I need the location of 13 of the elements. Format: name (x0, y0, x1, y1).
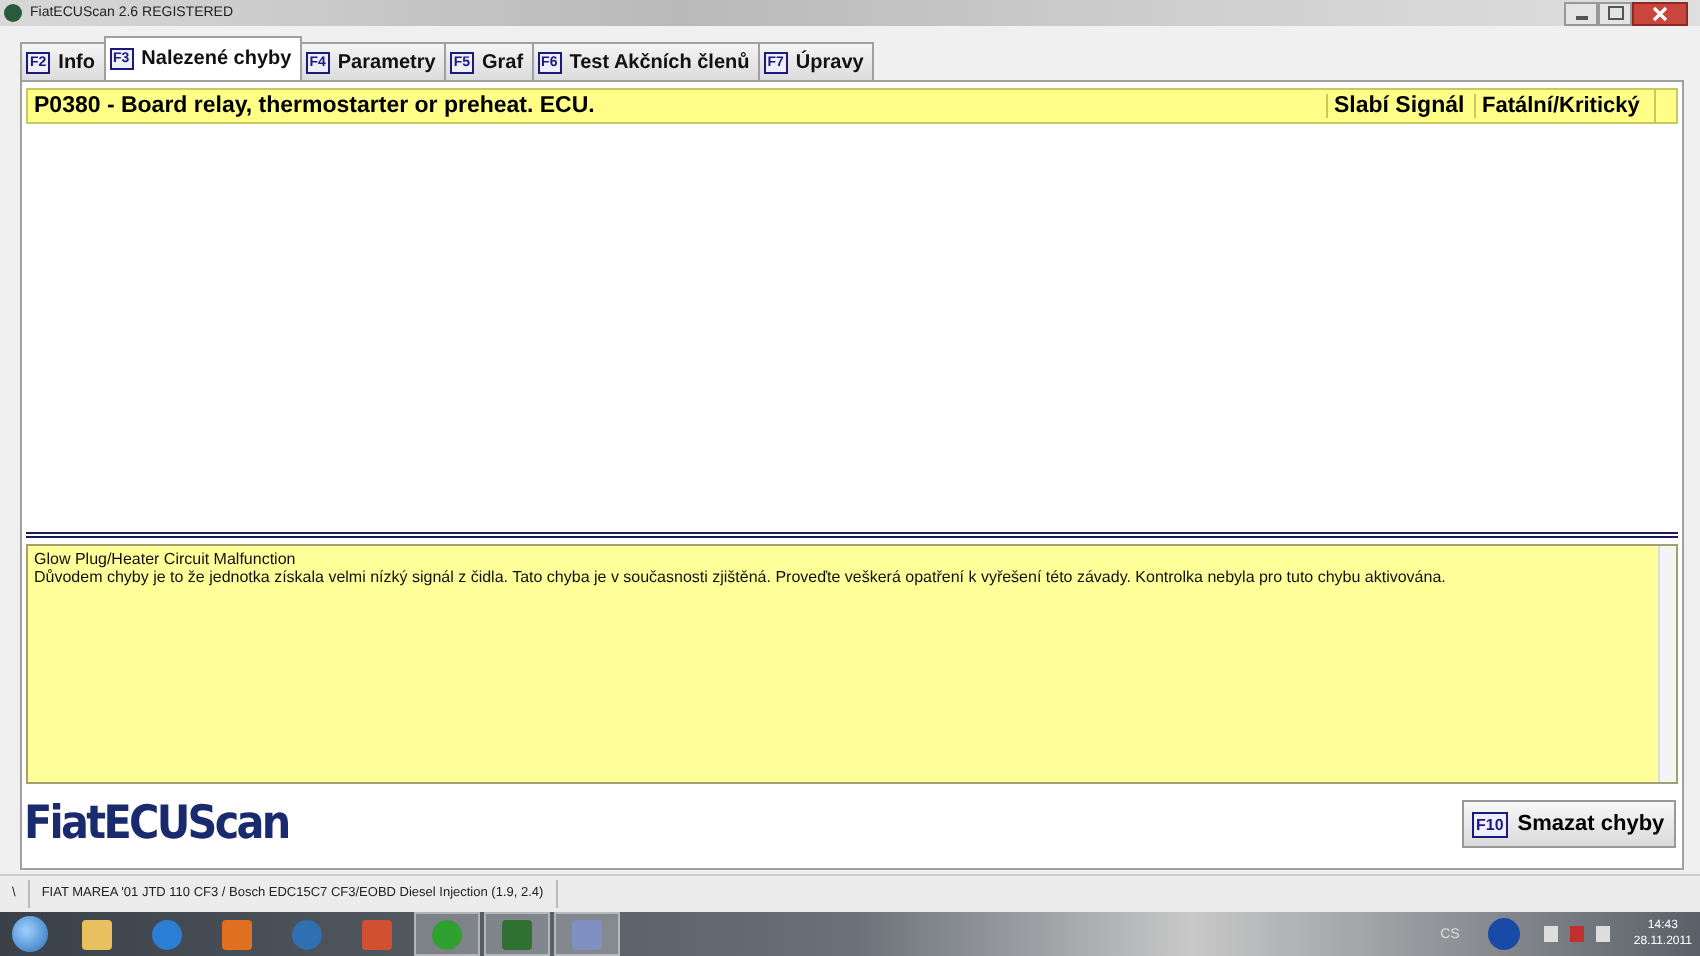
minimize-button[interactable] (1564, 1, 1598, 25)
taskbar-button[interactable] (484, 912, 550, 956)
logo: FiatECUScan (24, 798, 289, 850)
app-icon (4, 4, 22, 22)
close-button[interactable] (1632, 1, 1688, 25)
scrollbar[interactable] (1658, 546, 1676, 782)
description-title: Glow Plug/Heater Circuit Malfunction (34, 550, 298, 568)
help-icon[interactable] (1487, 918, 1520, 950)
description-text: Důvodem chyby je to že jednotka získala velmi nízký signál z čidla. Tato chyba je v současnosti zjištěná. Proveďte veškerá opatření k vyřešení této závady. Kontrolka nebyla pro tuto chybu aktivována. (34, 568, 1448, 586)
close-icon (1652, 5, 1668, 21)
fault-row[interactable]: P0380 - Board relay, thermostarter or preheat. ECU. Slabí Signál Fatální/Kritický (26, 88, 1678, 124)
clear-faults-button[interactable]: F10 Smazat chyby (1462, 800, 1676, 848)
maximize-button[interactable] (1598, 1, 1632, 25)
